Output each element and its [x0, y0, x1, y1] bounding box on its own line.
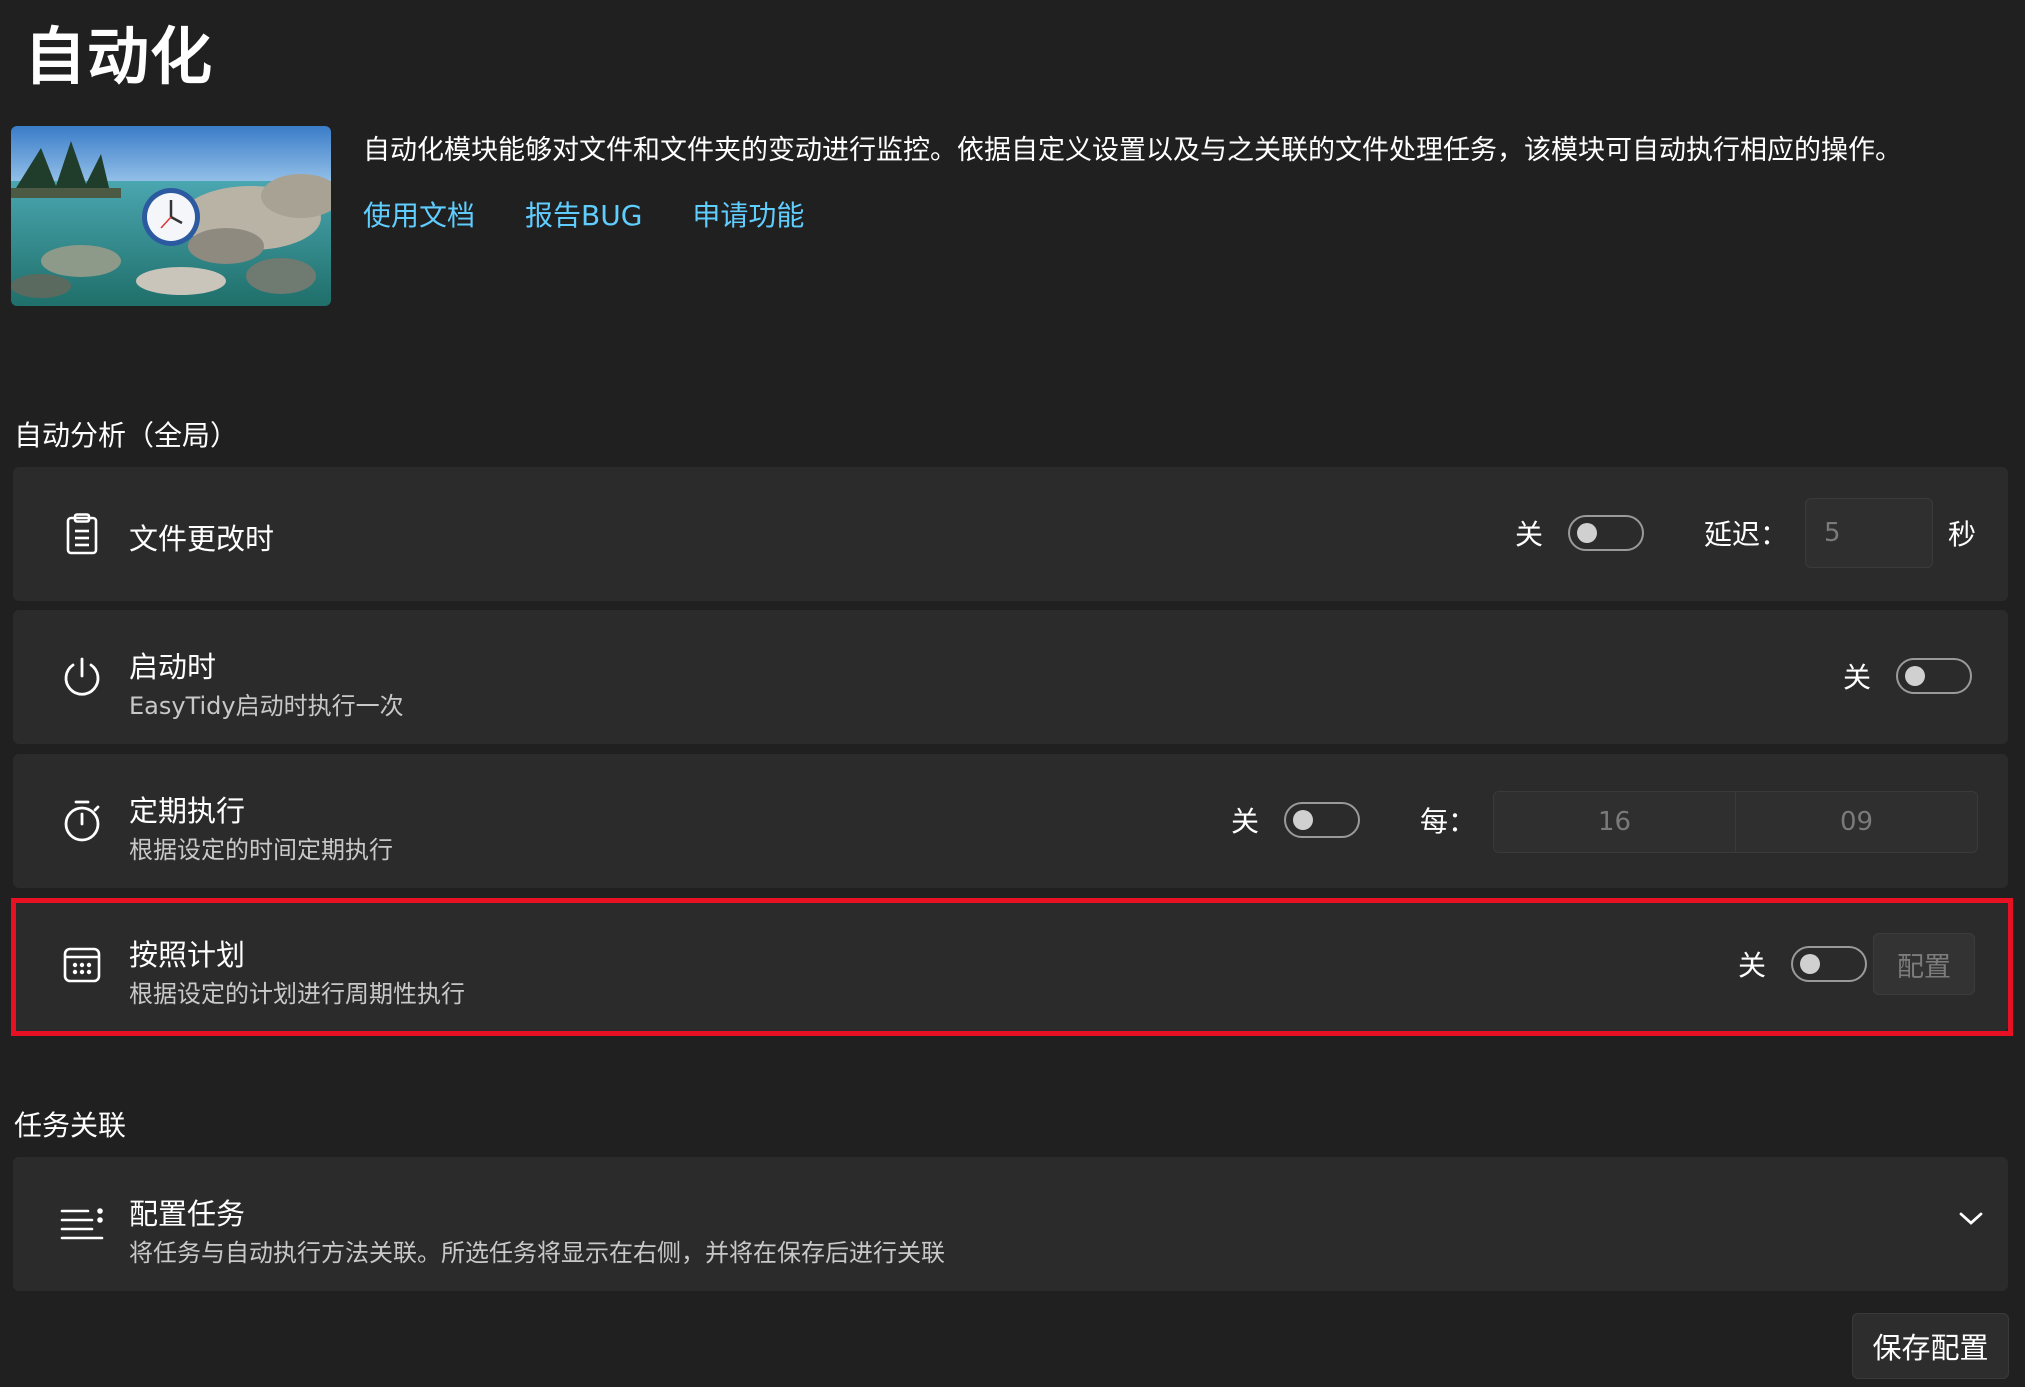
page-title: 自动化	[24, 20, 214, 93]
delay-seconds-input[interactable]	[1805, 498, 1933, 568]
hour-picker[interactable]: 16	[1494, 792, 1736, 852]
minute-picker[interactable]: 09	[1736, 792, 1977, 852]
list-icon	[49, 1202, 115, 1246]
file-change-title: 文件更改时	[129, 522, 275, 556]
clipboard-list-icon	[49, 512, 115, 556]
file-change-card: 文件更改时 关 延迟： 秒	[13, 467, 2008, 601]
schedule-title: 按照计划	[129, 938, 246, 972]
on-startup-toggle[interactable]	[1896, 658, 1973, 694]
every-label: 每：	[1420, 805, 1477, 838]
on-startup-toggle-group: 关	[1843, 656, 1973, 696]
schedule-toggle[interactable]	[1791, 946, 1868, 982]
periodic-subtitle: 根据设定的时间定期执行	[129, 836, 393, 864]
periodic-title: 定期执行	[129, 794, 246, 828]
stopwatch-icon	[49, 799, 115, 843]
automation-banner-image	[11, 126, 331, 306]
schedule-config-button[interactable]: 配置	[1873, 933, 1975, 995]
section-title-task-link: 任务关联	[14, 1109, 127, 1142]
chevron-down-icon[interactable]	[1957, 1209, 1985, 1233]
file-change-toggle-state: 关	[1515, 518, 1544, 551]
on-startup-title: 启动时	[129, 650, 217, 684]
schedule-toggle-group: 关	[1738, 944, 1868, 984]
save-config-button[interactable]: 保存配置	[1852, 1313, 2009, 1379]
schedule-subtitle: 根据设定的计划进行周期性执行	[129, 980, 465, 1008]
periodic-toggle-state: 关	[1231, 805, 1260, 838]
power-icon	[49, 655, 115, 699]
delay-group: 延迟：	[1704, 513, 1788, 553]
help-links: 使用文档 报告BUG 申请功能	[363, 194, 804, 234]
config-tasks-title: 配置任务	[129, 1197, 246, 1231]
schedule-card: 按照计划 根据设定的计划进行周期性执行 关 配置	[13, 898, 2008, 1032]
module-description: 自动化模块能够对文件和文件夹的变动进行监控。依据自定义设置以及与之关联的文件处理…	[363, 135, 1902, 166]
section-title-auto-analysis: 自动分析（全局）	[14, 419, 239, 452]
schedule-toggle-state: 关	[1738, 949, 1767, 982]
request-feature-link[interactable]: 申请功能	[692, 194, 804, 234]
calendar-icon	[49, 943, 115, 987]
report-bug-link[interactable]: 报告BUG	[525, 194, 642, 234]
on-startup-toggle-state: 关	[1843, 661, 1872, 694]
file-change-toggle[interactable]	[1568, 515, 1645, 551]
on-startup-card: 启动时 EasyTidy启动时执行一次 关	[13, 610, 2008, 744]
docs-link[interactable]: 使用文档	[363, 194, 475, 234]
file-change-toggle-group: 关	[1515, 513, 1645, 553]
periodic-toggle-group: 关	[1231, 800, 1361, 840]
periodic-toggle[interactable]	[1284, 802, 1361, 838]
periodic-card: 定期执行 根据设定的时间定期执行 关 每： 16 09	[13, 754, 2008, 888]
time-picker: 16 09	[1493, 791, 1978, 853]
delay-label: 延迟：	[1704, 518, 1789, 551]
config-tasks-subtitle: 将任务与自动执行方法关联。所选任务将显示在右侧，并将在保存后进行关联	[129, 1239, 945, 1267]
delay-unit: 秒	[1948, 518, 1977, 551]
config-tasks-card[interactable]: 配置任务 将任务与自动执行方法关联。所选任务将显示在右侧，并将在保存后进行关联	[13, 1157, 2008, 1291]
on-startup-subtitle: EasyTidy启动时执行一次	[129, 692, 404, 720]
